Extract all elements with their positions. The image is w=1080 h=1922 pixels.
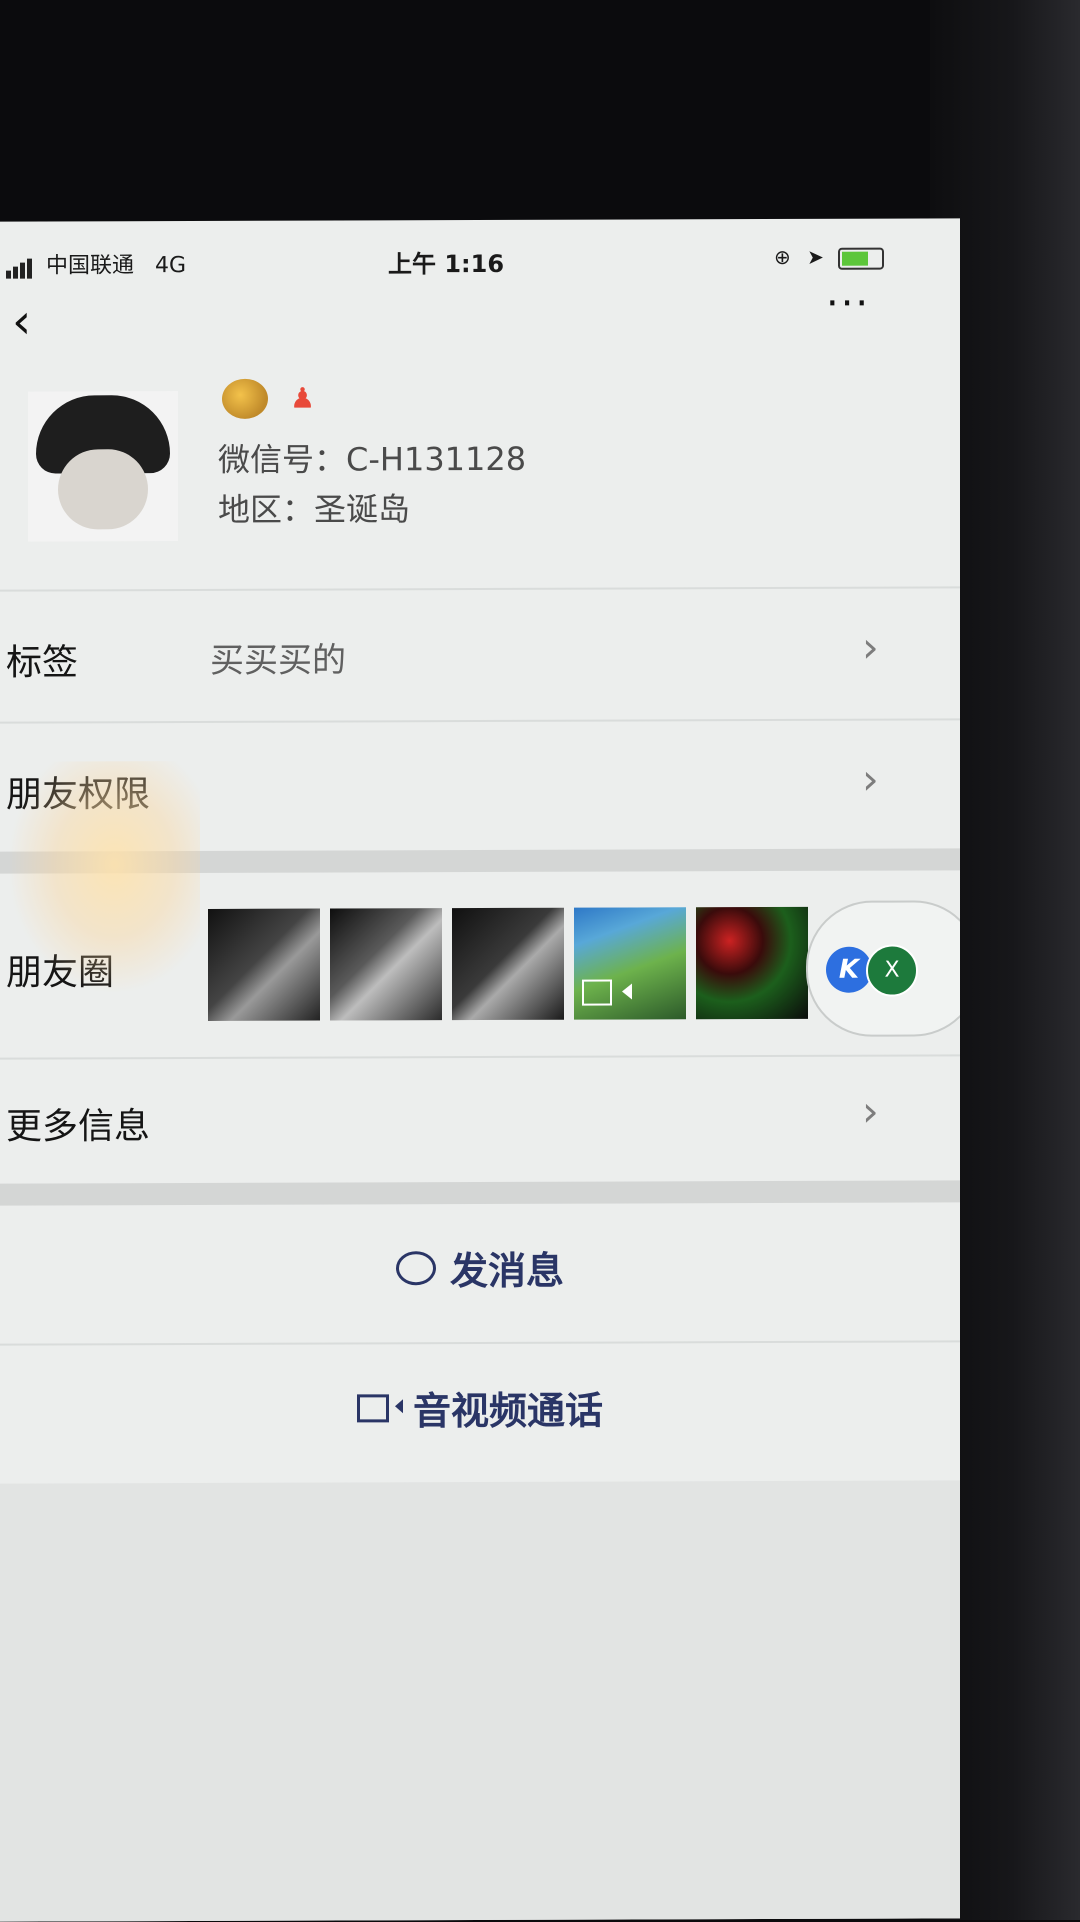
empty-background [0, 1480, 960, 1922]
chevron-right-icon: › [862, 622, 879, 672]
moments-video-thumbnail[interactable] [574, 907, 686, 1020]
battery-charging-icon [838, 247, 885, 270]
person-badge-icon: ♟ [290, 381, 316, 415]
status-bar: 中国联通 4G 上午 1:16 ⊕ ➤ [0, 240, 920, 283]
orientation-lock-icon: ⊕ [774, 244, 791, 269]
send-message-label: 发消息 [449, 1248, 564, 1294]
network-type: 4G [155, 253, 187, 279]
moments-photo-thumbnail[interactable] [208, 908, 320, 1021]
video-camera-icon [582, 979, 612, 1006]
tags-value: 买买买的 [210, 640, 346, 681]
moments-photo-thumbnail[interactable] [330, 908, 442, 1021]
region: 地区：圣诞岛 [218, 490, 411, 529]
friend-permissions-row[interactable]: 朋友权限 › [0, 720, 960, 851]
wechat-id: 微信号：C-H131128 [218, 439, 527, 479]
video-call-button[interactable]: 音视频通话 [0, 1378, 960, 1436]
signal-strength-icon [6, 254, 34, 279]
more-info-label: 更多信息 [6, 1106, 151, 1148]
carrier-name: 中国联通 [46, 253, 135, 279]
chat-bubble-icon [395, 1250, 436, 1285]
close-floating-icon[interactable]: X [866, 944, 918, 997]
status-icons: ⊕ ➤ [774, 244, 885, 270]
contact-profile-screen: 中国联通 4G 上午 1:16 ⊕ ➤ ‹ ··· ♟ 微信号：C-H13112… [0, 218, 960, 1922]
avatar-face [58, 449, 148, 530]
moments-photo-thumbnail[interactable] [696, 906, 808, 1020]
friend-permissions-label: 朋友权限 [6, 774, 151, 816]
status-time: 上午 1:16 [388, 249, 505, 279]
avatar[interactable] [28, 391, 178, 542]
pufferfish-status-icon[interactable] [222, 378, 268, 419]
moments-label: 朋友圈 [6, 952, 115, 994]
section-gap [0, 1180, 960, 1206]
more-options-button[interactable]: ··· [826, 281, 870, 327]
video-call-label: 音视频通话 [412, 1388, 603, 1434]
floating-window-pill[interactable]: K X [806, 900, 960, 1037]
divider [0, 1340, 960, 1346]
chevron-right-icon: › [862, 1086, 879, 1136]
chevron-right-icon: › [862, 754, 879, 804]
carrier-network: 中国联通 4G [46, 247, 186, 279]
tags-row[interactable]: 标签 买买买的 › [0, 590, 960, 721]
location-arrow-icon: ➤ [807, 244, 824, 269]
send-message-button[interactable]: 发消息 [0, 1238, 960, 1296]
tags-label: 标签 [6, 642, 79, 684]
video-camera-icon [356, 1393, 389, 1422]
moments-photo-thumbnail[interactable] [452, 907, 564, 1021]
moments-row[interactable]: 朋友圈 K X [0, 870, 960, 1057]
back-button[interactable]: ‹ [12, 294, 31, 350]
more-info-row[interactable]: 更多信息 › [0, 1056, 960, 1183]
